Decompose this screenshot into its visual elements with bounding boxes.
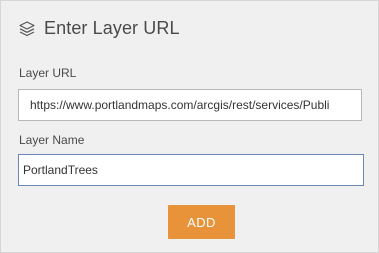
layer-name-label: Layer Name [19, 133, 85, 147]
layer-name-input[interactable] [18, 154, 364, 186]
layer-url-input[interactable] [18, 89, 362, 121]
panel-header: Enter Layer URL [18, 18, 180, 39]
layers-icon [18, 20, 36, 38]
panel-title: Enter Layer URL [44, 18, 180, 38]
layer-url-label: Layer URL [19, 66, 77, 80]
add-button[interactable]: ADD [168, 205, 235, 239]
enter-layer-url-panel: Enter Layer URL Layer URL Layer Name ADD [0, 0, 379, 253]
